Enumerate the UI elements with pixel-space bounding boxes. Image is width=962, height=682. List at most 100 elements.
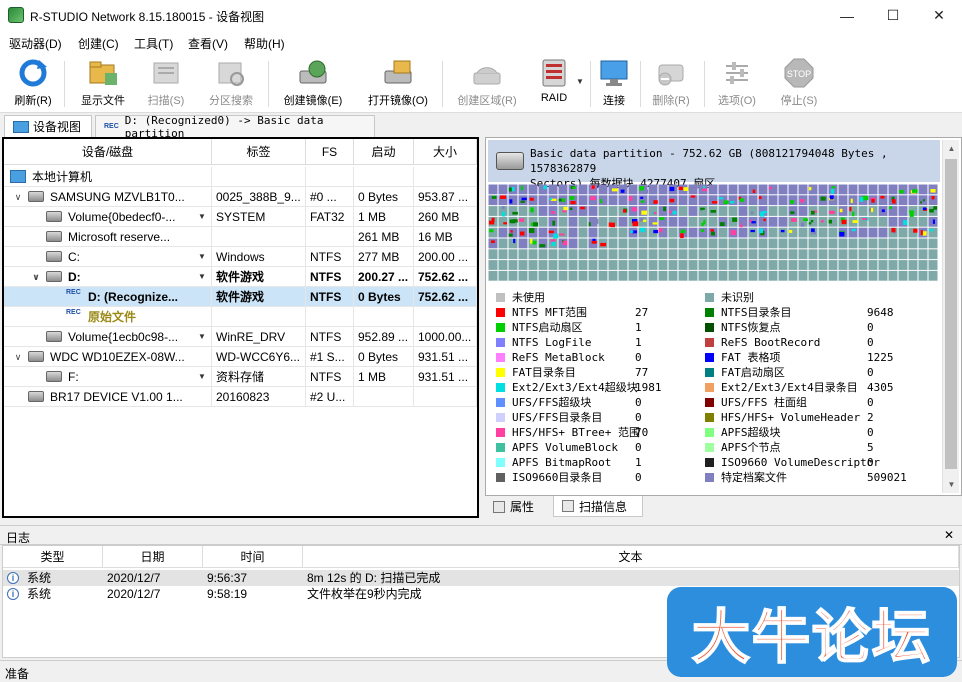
device-start: 200.27 ... bbox=[354, 267, 414, 287]
refresh-button[interactable]: 刷新(R) bbox=[8, 57, 58, 111]
block-cell bbox=[498, 227, 508, 238]
create-region-button[interactable]: 创建区域(R) bbox=[452, 57, 522, 111]
block-cell bbox=[688, 238, 698, 249]
device-row[interactable]: Volume{0bedecf0-... ▼ SYSTEM FAT32 1 MB 260 M… bbox=[4, 207, 477, 227]
tab-scan-info[interactable]: 扫描信息 bbox=[553, 496, 643, 517]
block-mark bbox=[929, 228, 934, 232]
column-header-label[interactable]: 标签 bbox=[212, 139, 306, 165]
legend-item: FAT目录条目 77 bbox=[496, 365, 696, 380]
stop-button[interactable]: STOP 停止(S) bbox=[774, 57, 824, 111]
device-row[interactable]: BR17 DEVICE V1.00 1... 20160823 #2 U... bbox=[4, 387, 477, 407]
tab-recognized-partition-label: D: (Recognized0) -> Basic data partition bbox=[124, 113, 324, 140]
legend-name: ISO9660 VolumeDescriptor bbox=[721, 456, 880, 469]
dropdown-icon[interactable]: ▼ bbox=[198, 327, 208, 346]
block-cell bbox=[778, 270, 788, 281]
open-image-button[interactable]: 打开镜像(O) bbox=[360, 57, 436, 111]
expand-icon[interactable]: ∨ bbox=[12, 187, 24, 206]
block-cell bbox=[808, 249, 818, 260]
block-cell bbox=[558, 184, 568, 195]
block-cell bbox=[498, 260, 508, 270]
connect-button[interactable]: 连接 bbox=[596, 57, 632, 111]
menu-tools[interactable]: 工具(T) bbox=[134, 35, 173, 52]
block-cell bbox=[508, 249, 518, 260]
legend-name: FAT启动扇区 bbox=[721, 366, 785, 379]
scroll-down-icon[interactable]: ▼ bbox=[943, 476, 960, 493]
block-cell bbox=[588, 270, 598, 281]
legend-swatch bbox=[705, 353, 714, 362]
scroll-up-icon[interactable]: ▲ bbox=[943, 140, 960, 157]
legend-swatch bbox=[496, 473, 505, 482]
block-cell bbox=[778, 216, 788, 227]
block-mark bbox=[811, 210, 815, 215]
log-header-time[interactable]: 时间 bbox=[203, 546, 303, 568]
block-cell bbox=[788, 238, 798, 249]
expand-icon[interactable]: ∨ bbox=[12, 347, 24, 366]
device-row[interactable]: Microsoft reserve... 261 MB 16 MB bbox=[4, 227, 477, 247]
block-mark bbox=[643, 189, 649, 194]
options-button[interactable]: 选项(O) bbox=[712, 57, 762, 111]
device-row[interactable]: REC D: (Recognize... 软件游戏 NTFS 0 Bytes 752.62… bbox=[4, 287, 477, 307]
menu-drive[interactable]: 驱动器(D) bbox=[9, 35, 62, 52]
block-cell bbox=[638, 270, 648, 281]
expand-icon[interactable]: ∨ bbox=[4, 167, 6, 186]
expand-icon[interactable]: ∨ bbox=[30, 267, 42, 286]
close-button[interactable]: ✕ bbox=[916, 0, 962, 31]
block-cell bbox=[778, 227, 788, 238]
block-cell bbox=[878, 238, 888, 249]
block-cell bbox=[838, 260, 848, 270]
log-header-text[interactable]: 文本 bbox=[303, 546, 959, 568]
delete-button[interactable]: 删除(R) bbox=[646, 57, 696, 111]
column-header-device[interactable]: 设备/磁盘 bbox=[4, 139, 212, 165]
legend-item: Ext2/Ext3/Ext4超级块 1981 bbox=[496, 380, 696, 395]
tab-device-view[interactable]: 设备视图 bbox=[4, 115, 92, 137]
minimize-button[interactable]: — bbox=[824, 0, 870, 31]
dropdown-icon[interactable]: ▼ bbox=[198, 207, 208, 226]
device-cell: C: ▼ bbox=[4, 247, 212, 267]
log-close-icon[interactable]: ✕ bbox=[944, 528, 954, 542]
device-row[interactable]: ∨ 本地计算机 bbox=[4, 167, 477, 187]
dropdown-icon[interactable]: ▼ bbox=[198, 367, 208, 386]
scrollbar-thumb[interactable] bbox=[945, 159, 957, 469]
log-row[interactable]: i 系统 2020/12/7 9:56:37 8m 12s 的 D: 扫描已完成 bbox=[3, 570, 959, 586]
log-header-type[interactable]: 类型 bbox=[3, 546, 103, 568]
device-fs bbox=[306, 307, 354, 327]
column-header-start[interactable]: 启动 bbox=[354, 139, 414, 165]
block-cell bbox=[638, 249, 648, 260]
device-name: D: (Recognize... bbox=[88, 290, 179, 304]
block-cell bbox=[488, 270, 498, 281]
device-row[interactable]: C: ▼ Windows NTFS 277 MB 200.00 ... bbox=[4, 247, 477, 267]
menu-help[interactable]: 帮助(H) bbox=[244, 35, 285, 52]
device-row[interactable]: F: ▼ 资料存储 NTFS 1 MB 931.51 ... bbox=[4, 367, 477, 387]
device-row[interactable]: ∨ SAMSUNG MZVLB1T0... 0025_388B_9... #0 ...… bbox=[4, 187, 477, 207]
device-size: 931.51 ... bbox=[414, 367, 477, 387]
raid-dropdown-icon[interactable]: ▼ bbox=[576, 77, 584, 86]
block-mark bbox=[569, 196, 575, 200]
device-row[interactable]: ∨ D: ▼ 软件游戏 NTFS 200.27 ... 752.62 ... bbox=[4, 267, 477, 287]
dropdown-icon[interactable]: ▼ bbox=[198, 247, 208, 266]
device-row[interactable]: Volume{1ecb0c98-... ▼ WinRE_DRV NTFS 952.89 … bbox=[4, 327, 477, 347]
block-mark bbox=[552, 220, 556, 226]
column-header-fs[interactable]: FS bbox=[306, 139, 354, 165]
raid-button[interactable]: RAID bbox=[534, 57, 574, 111]
block-cell bbox=[818, 184, 828, 195]
column-header-size[interactable]: 大小 bbox=[414, 139, 477, 165]
menu-create[interactable]: 创建(C) bbox=[78, 35, 119, 52]
device-row[interactable]: ∨ WDC WD10EZEX-08W... WD-WCC6Y6... #1 S... 0… bbox=[4, 347, 477, 367]
block-cell bbox=[848, 238, 858, 249]
partition-search-button[interactable]: 分区搜索 bbox=[200, 57, 262, 111]
tab-recognized-partition[interactable]: REC D: (Recognized0) -> Basic data parti… bbox=[95, 113, 375, 140]
menu-view[interactable]: 查看(V) bbox=[188, 35, 228, 52]
tab-properties[interactable]: 属性 bbox=[485, 496, 551, 517]
scrollbar[interactable]: ▲ ▼ bbox=[942, 140, 959, 493]
show-files-button[interactable]: 显示文件 bbox=[74, 57, 132, 111]
device-row[interactable]: REC 原始文件 bbox=[4, 307, 477, 327]
block-cell bbox=[578, 195, 588, 206]
scan-button[interactable]: 扫描(S) bbox=[140, 57, 192, 111]
dropdown-icon[interactable]: ▼ bbox=[198, 267, 208, 286]
log-header-date[interactable]: 日期 bbox=[103, 546, 203, 568]
options-icon bbox=[721, 57, 753, 89]
maximize-button[interactable]: ☐ bbox=[870, 0, 916, 31]
block-cell bbox=[718, 206, 728, 216]
block-mark bbox=[653, 200, 658, 204]
create-image-button[interactable]: 创建镜像(E) bbox=[276, 57, 350, 111]
